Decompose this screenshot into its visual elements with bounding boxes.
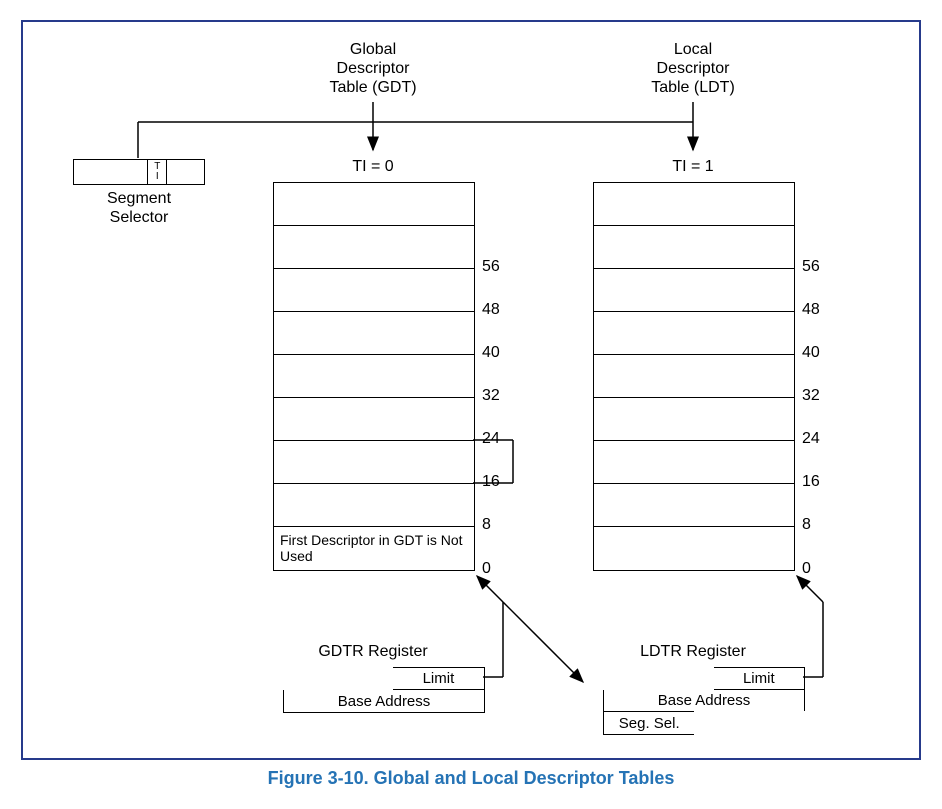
text: I	[156, 172, 159, 182]
offset-number: 32	[482, 387, 500, 405]
gdtr-base: Base Address	[284, 690, 484, 712]
offset-number: 24	[802, 430, 820, 448]
segment-selector-ti-bit: T I	[148, 160, 167, 184]
gdtr-register: Limit Base Address	[283, 667, 485, 713]
text: Table (GDT)	[329, 79, 416, 96]
text: Table (LDT)	[651, 79, 735, 96]
gdt-table: 56 48 40 32 24 16 8 First Descriptor in …	[273, 182, 475, 571]
segment-selector-rpl-bits	[167, 160, 204, 184]
table-row: 8	[274, 484, 474, 527]
table-row: 16	[594, 441, 794, 484]
text: Local	[674, 41, 712, 58]
offset-number: 0	[802, 560, 811, 578]
offset-number: 56	[482, 258, 500, 276]
table-row: 48	[594, 269, 794, 312]
segment-selector-upper-bits	[74, 160, 148, 184]
offset-number: 40	[482, 344, 500, 362]
segment-selector-group: T I Segment Selector	[73, 159, 205, 227]
text: Selector	[110, 209, 169, 226]
table-row: 24	[274, 398, 474, 441]
figure-caption: Figure 3-10. Global and Local Descriptor…	[21, 768, 921, 789]
ldtr-register: Limit Base Address Seg. Sel.	[603, 667, 805, 735]
table-row: 0	[594, 527, 794, 570]
offset-number: 8	[482, 516, 491, 534]
gdtr-title: GDTR Register	[273, 642, 473, 661]
table-row: 48	[274, 269, 474, 312]
text: Descriptor	[657, 60, 730, 77]
table-row: 40	[274, 312, 474, 355]
segment-selector-box: T I	[73, 159, 205, 185]
offset-number: 40	[802, 344, 820, 362]
figure-container: Global Descriptor Table (GDT) Local Desc…	[21, 20, 921, 789]
ldt-title: Local Descriptor Table (LDT)	[593, 40, 793, 98]
ldt-ti-label: TI = 1	[593, 157, 793, 176]
text: Global	[350, 41, 396, 58]
offset-number: 32	[802, 387, 820, 405]
diagram-border: Global Descriptor Table (GDT) Local Desc…	[21, 20, 921, 760]
table-row: 56	[594, 226, 794, 269]
offset-number: 16	[802, 473, 820, 491]
table-row	[274, 183, 474, 226]
offset-number: 48	[482, 301, 500, 319]
table-row: 32	[274, 355, 474, 398]
table-row: 24	[594, 398, 794, 441]
text: Segment	[107, 190, 171, 207]
ldt-table: 56 48 40 32 24 16 8 0	[593, 182, 795, 571]
table-row: 40	[594, 312, 794, 355]
gdtr-limit: Limit	[393, 668, 484, 689]
table-row	[594, 183, 794, 226]
segment-selector-label: Segment Selector	[73, 189, 205, 227]
offset-number: 16	[482, 473, 500, 491]
offset-number: 0	[482, 560, 491, 578]
gdt-first-descriptor-note: First Descriptor in GDT is Not Used	[280, 533, 474, 564]
text: Descriptor	[337, 60, 410, 77]
table-row: 16	[274, 441, 474, 484]
gdt-title: Global Descriptor Table (GDT)	[273, 40, 473, 98]
ldtr-segsel: Seg. Sel.	[604, 712, 695, 734]
offset-number: 24	[482, 430, 500, 448]
table-row: 56	[274, 226, 474, 269]
offset-number: 56	[802, 258, 820, 276]
ldtr-base: Base Address	[604, 690, 804, 711]
ldtr-title: LDTR Register	[593, 642, 793, 661]
gdt-ti-label: TI = 0	[273, 157, 473, 176]
ldtr-limit: Limit	[714, 668, 804, 689]
table-row: First Descriptor in GDT is Not Used 0	[274, 527, 474, 570]
table-row: 8	[594, 484, 794, 527]
offset-number: 8	[802, 516, 811, 534]
offset-number: 48	[802, 301, 820, 319]
table-row: 32	[594, 355, 794, 398]
